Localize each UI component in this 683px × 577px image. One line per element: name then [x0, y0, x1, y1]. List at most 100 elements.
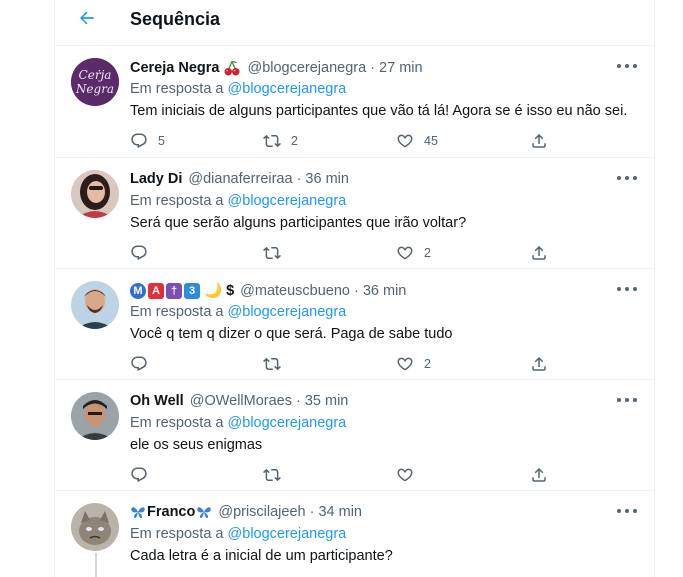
timestamp[interactable]: 27 min	[379, 60, 423, 76]
share-button[interactable]	[530, 464, 548, 486]
retweet-count: 2	[291, 134, 298, 148]
tweet-header: Lady Di @dianaferreiraa · 36 min	[130, 171, 605, 187]
share-button[interactable]	[530, 130, 548, 152]
name-badge: A	[148, 282, 164, 299]
tweet-reply[interactable]: Franco @priscilajeeh · 34 min Em respost…	[55, 491, 654, 577]
tweet-text: Você q tem q dizer o que será. Paga de s…	[130, 326, 453, 342]
back-arrow-icon	[79, 11, 94, 25]
reply-icon	[130, 244, 148, 262]
more-options-button[interactable]	[617, 394, 637, 406]
timestamp[interactable]: 35 min	[305, 393, 349, 409]
separator-dot: ·	[296, 393, 301, 409]
timestamp[interactable]: 36 min	[363, 283, 407, 299]
heart-icon	[396, 244, 414, 262]
more-options-button[interactable]	[617, 505, 637, 517]
reply-context: Em resposta a @blogcerejanegra	[130, 193, 346, 209]
header-bar: Sequência	[55, 0, 654, 46]
reply-to-link[interactable]: @blogcerejanegra	[228, 304, 347, 320]
reply-to-link[interactable]: @blogcerejanegra	[228, 415, 347, 431]
tweet-text: Tem iniciais de alguns participantes que…	[130, 103, 628, 119]
separator-dot: ·	[354, 282, 359, 299]
reply-context: Em resposta a @blogcerejanegra	[130, 81, 346, 97]
like-button[interactable]: 45	[396, 130, 438, 152]
retweet-button[interactable]	[263, 242, 291, 264]
svg-text:Negra: Negra	[75, 82, 114, 96]
user-handle[interactable]: @dianaferreiraa	[188, 171, 292, 187]
avatar[interactable]: Ceṙja Negra	[71, 58, 119, 106]
avatar[interactable]	[71, 170, 119, 218]
timestamp[interactable]: 36 min	[305, 171, 349, 187]
retweet-button[interactable]	[263, 353, 291, 375]
reply-icon	[130, 132, 148, 150]
tweet-text: ele os seus enigmas	[130, 437, 263, 453]
share-button[interactable]	[530, 353, 548, 375]
tweet-reply[interactable]: M A † 3 🌙 $ @mateuscbueno · 36 min Em re…	[55, 269, 654, 380]
display-name[interactable]: Cereja Negra	[130, 60, 219, 76]
tweet-header: Oh Well @OWellMoraes · 35 min	[130, 393, 605, 409]
reply-icon	[130, 355, 148, 373]
reply-context: Em resposta a @blogcerejanegra	[130, 304, 346, 320]
reply-to-link[interactable]: @blogcerejanegra	[228, 81, 347, 97]
user-handle[interactable]: @mateuscbueno	[240, 283, 350, 299]
heart-icon	[396, 466, 414, 484]
reply-icon	[130, 466, 148, 484]
tweet-actions: 2	[130, 353, 570, 375]
more-icon	[617, 176, 621, 180]
reply-button[interactable]	[130, 464, 158, 486]
reply-button[interactable]: 5	[130, 130, 165, 152]
user-handle[interactable]: @OWellMoraes	[190, 393, 292, 409]
tweet-actions: 2	[130, 242, 570, 264]
more-icon	[617, 509, 621, 513]
back-button[interactable]	[73, 6, 101, 30]
more-options-button[interactable]	[617, 60, 637, 72]
reply-count: 5	[158, 134, 165, 148]
separator-dot: ·	[296, 171, 302, 187]
share-button[interactable]	[530, 242, 548, 264]
tweet-text: Será que serão alguns participantes que …	[130, 215, 467, 231]
tweet-reply[interactable]: Lady Di @dianaferreiraa · 36 min Em resp…	[55, 158, 654, 269]
user-handle[interactable]: @priscilajeeh	[218, 504, 305, 520]
reply-button[interactable]	[130, 353, 158, 375]
reply-context: Em resposta a @blogcerejanegra	[130, 526, 346, 542]
reply-to-link[interactable]: @blogcerejanegra	[228, 526, 347, 542]
retweet-icon	[263, 132, 281, 150]
reply-to-link[interactable]: @blogcerejanegra	[228, 193, 347, 209]
page-title: Sequência	[130, 9, 221, 29]
timestamp[interactable]: 34 min	[318, 504, 362, 520]
heart-icon	[396, 355, 414, 373]
tweet-header: Franco @priscilajeeh · 34 min	[130, 504, 605, 520]
avatar[interactable]	[71, 503, 119, 551]
like-button[interactable]: 2	[396, 242, 431, 264]
avatar[interactable]	[71, 392, 119, 440]
more-options-button[interactable]	[617, 172, 637, 184]
reply-button[interactable]	[130, 242, 158, 264]
share-icon	[530, 132, 548, 150]
avatar[interactable]	[71, 281, 119, 329]
display-name[interactable]: M A † 3 🌙 $	[130, 282, 234, 299]
cherries-icon	[223, 59, 241, 77]
reply-prefix: Em resposta a	[130, 81, 224, 97]
name-badge: 3	[184, 282, 200, 299]
tweet-reply[interactable]: Ceṙja Negra Cereja Negra @blogcerejanegr…	[55, 46, 654, 158]
display-name[interactable]: Oh Well	[130, 393, 184, 409]
more-options-button[interactable]	[617, 283, 637, 295]
profile-photo-icon	[71, 392, 119, 440]
retweet-button[interactable]: 2	[263, 130, 298, 152]
reply-context: Em resposta a @blogcerejanegra	[130, 415, 346, 431]
like-button[interactable]: 2	[396, 353, 431, 375]
heart-icon	[396, 132, 414, 150]
retweet-button[interactable]	[263, 464, 291, 486]
thread-connector-line	[95, 553, 97, 577]
display-name[interactable]: Franco	[147, 504, 195, 520]
like-button[interactable]	[396, 464, 424, 486]
profile-photo-icon	[71, 281, 119, 329]
tweet-reply[interactable]: Oh Well @OWellMoraes · 35 min Em respost…	[55, 380, 654, 491]
svg-text:Ceṙja: Ceṙja	[79, 68, 112, 82]
reply-prefix: Em resposta a	[130, 193, 224, 209]
user-handle[interactable]: @blogcerejanegra	[247, 60, 366, 76]
tweet-text: Cada letra é a inicial de um participant…	[130, 548, 393, 564]
share-icon	[530, 244, 548, 262]
tweet-actions: 5 2 45	[130, 130, 570, 152]
display-name[interactable]: Lady Di	[130, 171, 182, 187]
butterfly-icon	[130, 504, 146, 520]
